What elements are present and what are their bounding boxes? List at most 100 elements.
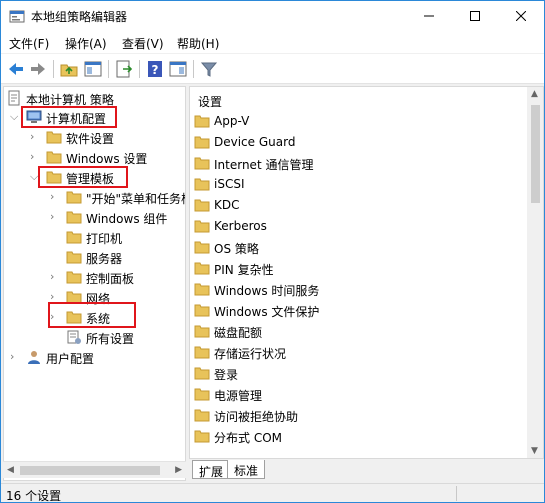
- highlight-admin-templates: [38, 166, 128, 188]
- list-item-label: PIN 复杂性: [214, 263, 274, 277]
- list-item-label: Windows 时间服务: [214, 284, 320, 298]
- chevron-right-icon[interactable]: ›: [10, 350, 20, 364]
- svg-text:?: ?: [152, 63, 159, 77]
- folder-icon: [66, 269, 82, 285]
- folder-icon: [66, 189, 82, 205]
- list-item-label: 磁盘配额: [214, 326, 263, 340]
- toolbar-separator: [108, 60, 109, 78]
- list-item-label: KDC: [214, 198, 240, 212]
- show-hide-tree-icon[interactable]: [83, 59, 103, 79]
- tab-standard[interactable]: 标准: [227, 460, 266, 479]
- close-button[interactable]: [498, 1, 544, 31]
- scroll-right-icon[interactable]: ▶: [175, 465, 182, 475]
- help-icon[interactable]: ?: [145, 59, 165, 79]
- folder-icon: [194, 134, 210, 150]
- show-pane-icon[interactable]: [168, 59, 188, 79]
- maximize-icon: [470, 11, 480, 21]
- folder-icon: [194, 218, 210, 234]
- folder-icon: [66, 209, 82, 225]
- scroll-thumb[interactable]: [20, 466, 160, 475]
- list-column-header[interactable]: 设置: [198, 93, 222, 110]
- chevron-right-icon[interactable]: ›: [30, 130, 40, 144]
- minimize-icon: [424, 15, 434, 17]
- folder-icon: [194, 365, 210, 381]
- tree-label: 控制面板: [86, 272, 135, 286]
- scroll-up-icon[interactable]: ▲: [531, 89, 538, 99]
- scroll-thumb[interactable]: [531, 105, 540, 203]
- list-item-label: Windows 文件保护: [214, 305, 320, 319]
- policy-document-icon: [6, 90, 22, 106]
- gpedit-app-icon: [9, 8, 25, 24]
- tree-label: 服务器: [86, 252, 123, 266]
- folder-icon: [194, 281, 210, 297]
- folder-icon: [194, 155, 210, 171]
- toolbar-separator: [139, 60, 140, 78]
- folder-icon: [194, 176, 210, 192]
- list-item-label: Kerberos: [214, 219, 267, 233]
- tab-extended[interactable]: 扩展: [192, 460, 230, 479]
- tree-horizontal-scrollbar[interactable]: ◀ ▶: [3, 461, 186, 478]
- chevron-right-icon[interactable]: ›: [50, 270, 60, 284]
- settings-list-pane: 设置 App-V Device Guard Internet 通信管理 iSCSI KD…: [189, 86, 544, 459]
- folder-icon: [194, 428, 210, 444]
- chevron-right-icon[interactable]: ›: [50, 210, 60, 224]
- folder-icon: [194, 239, 210, 255]
- tree-label: 用户配置: [46, 352, 95, 366]
- folder-icon: [194, 344, 210, 360]
- status-separator: [456, 486, 457, 501]
- folder-icon: [66, 249, 82, 265]
- folder-icon: [66, 229, 82, 245]
- menu-help[interactable]: 帮助(H): [177, 35, 219, 52]
- tree-label: "开始"菜单和任务栏: [86, 192, 186, 206]
- folder-icon: [194, 260, 210, 276]
- list-item-label: 存储运行状况: [214, 347, 287, 361]
- folder-icon: [46, 129, 62, 145]
- folder-icon: [194, 323, 210, 339]
- settings-list-icon: [66, 329, 82, 345]
- forward-arrow-icon[interactable]: [28, 59, 48, 79]
- folder-icon: [194, 197, 210, 213]
- menu-action[interactable]: 操作(A): [65, 35, 107, 52]
- tree-pane: 本地计算机 策略 ⌵ 计算机配置 › 软件设置 › Windows 设置 ⌵ 管…: [3, 86, 186, 481]
- chevron-right-icon[interactable]: ›: [30, 150, 40, 164]
- window-title: 本地组策略编辑器: [31, 10, 128, 24]
- menu-bar: 文件(F) 操作(A) 查看(V) 帮助(H): [1, 31, 544, 53]
- menu-view[interactable]: 查看(V): [122, 35, 164, 52]
- list-item-label: 电源管理: [214, 389, 263, 403]
- list-item-label: iSCSI: [214, 177, 245, 191]
- scroll-down-icon[interactable]: ▼: [531, 446, 538, 456]
- export-list-icon[interactable]: [114, 59, 134, 79]
- list-item-label: App-V: [214, 114, 250, 128]
- toolbar: ?: [1, 54, 544, 84]
- up-folder-icon[interactable]: [59, 59, 79, 79]
- tree-label: 打印机: [86, 232, 123, 246]
- chevron-down-icon[interactable]: ⌵: [10, 110, 20, 124]
- view-tabs: 扩展 标准: [189, 459, 544, 481]
- minimize-button[interactable]: [406, 1, 452, 31]
- scroll-left-icon[interactable]: ◀: [7, 465, 14, 475]
- tree-label: Windows 组件: [86, 212, 168, 226]
- tree-label: 所有设置: [86, 332, 135, 346]
- maximize-button[interactable]: [452, 1, 498, 31]
- toolbar-separator: [193, 60, 194, 78]
- list-item-label: Internet 通信管理: [214, 158, 314, 172]
- folder-icon: [194, 302, 210, 318]
- status-text: 16 个设置: [6, 489, 62, 503]
- toolbar-separator: [53, 60, 54, 78]
- menu-file[interactable]: 文件(F): [9, 35, 49, 52]
- filter-icon[interactable]: [199, 59, 219, 79]
- user-icon: [26, 349, 42, 365]
- highlight-computer-config: [21, 106, 117, 128]
- list-vertical-scrollbar[interactable]: ▲ ▼: [527, 87, 543, 458]
- folder-icon: [194, 407, 210, 423]
- folder-icon: [194, 386, 210, 402]
- list-item-label: 登录: [214, 368, 239, 382]
- back-arrow-icon[interactable]: [6, 59, 26, 79]
- list-item-label: 访问被拒绝协助: [214, 410, 299, 424]
- list-item-label: Device Guard: [214, 135, 296, 149]
- folder-icon: [46, 149, 62, 165]
- chevron-right-icon[interactable]: ›: [50, 190, 60, 204]
- list-item-label: 分布式 COM: [214, 431, 282, 445]
- status-bar: 16 个设置: [1, 483, 544, 503]
- title-bar: 本地组策略编辑器: [1, 1, 544, 31]
